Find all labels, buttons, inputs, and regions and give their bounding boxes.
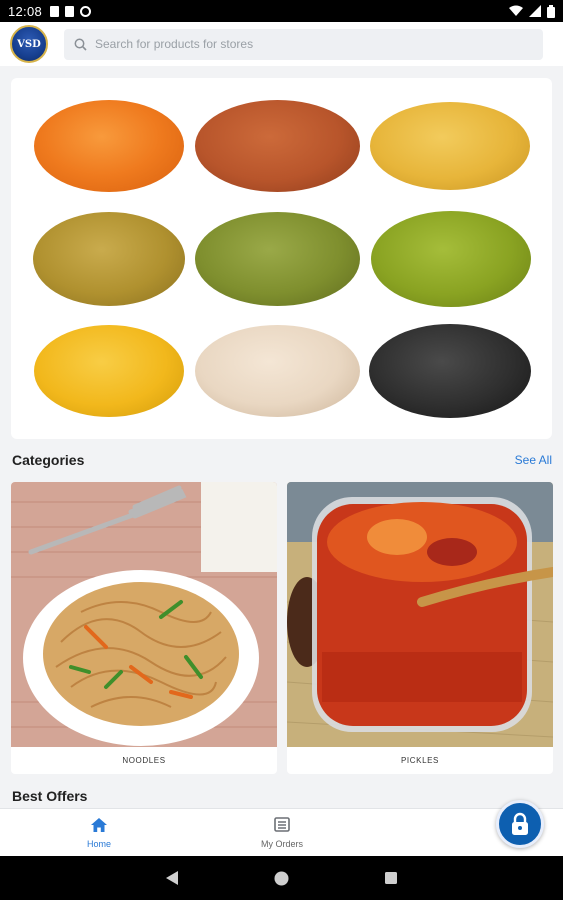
grain-pile-yellow-moong-dal <box>34 325 184 417</box>
nav-home[interactable]: Home <box>39 809 159 857</box>
recents-icon[interactable] <box>384 871 398 885</box>
grain-pile-red-lentils <box>34 100 184 192</box>
bottom-nav: Home My Orders <box>0 808 563 856</box>
nav-home-label: Home <box>86 839 111 849</box>
lock-icon <box>512 812 528 835</box>
category-card-noodles[interactable]: NOODLES <box>11 482 277 774</box>
status-time: 12:08 <box>8 3 43 19</box>
battery-icon <box>547 4 555 18</box>
nav-my-orders[interactable]: My Orders <box>222 809 342 857</box>
status-bar: 12:08 <box>0 0 563 22</box>
category-label: PICKLES <box>401 756 439 765</box>
grain-pile-chana <box>195 100 360 192</box>
grain-pile-black-urad <box>369 324 531 418</box>
app-root: 12:08 VSD Categories See All <box>0 0 563 900</box>
category-label: NOODLES <box>122 756 166 765</box>
category-card-pickles[interactable]: PICKLES <box>287 482 553 774</box>
nav-orders-label: My Orders <box>260 839 303 849</box>
grain-pile-green-moong <box>371 211 531 307</box>
store-logo[interactable]: VSD <box>10 25 48 63</box>
grain-pile-yellow-split-peas <box>370 102 530 190</box>
signal-icon <box>529 5 541 17</box>
app-header: VSD <box>0 22 563 66</box>
back-icon[interactable] <box>165 870 179 886</box>
logo-text: VSD <box>17 38 41 50</box>
orders-icon <box>274 817 290 832</box>
status-right-icons <box>509 4 555 18</box>
system-nav-bar <box>0 856 563 900</box>
wifi-icon <box>509 5 523 16</box>
status-left-icons <box>50 5 92 17</box>
noodles-image <box>11 482 277 747</box>
promo-banner[interactable] <box>11 78 552 439</box>
grain-pile-white-chickpeas <box>195 325 360 417</box>
grain-pile-green-split-moong <box>195 212 360 306</box>
home-icon <box>91 818 107 832</box>
best-offers-title: Best Offers <box>12 788 88 804</box>
search-icon <box>74 38 87 51</box>
notification-icon <box>50 5 60 17</box>
grain-pile-fenugreek <box>33 212 185 306</box>
data-saver-icon <box>80 5 92 17</box>
search-input[interactable] <box>95 37 533 51</box>
home-circle-icon[interactable] <box>274 871 289 886</box>
search-bar[interactable] <box>64 28 543 60</box>
floating-lock-button[interactable] <box>496 800 544 848</box>
categories-title: Categories <box>12 452 85 468</box>
see-all-link[interactable]: See All <box>515 453 552 467</box>
pickles-image <box>287 482 553 747</box>
sim-icon <box>65 5 75 17</box>
